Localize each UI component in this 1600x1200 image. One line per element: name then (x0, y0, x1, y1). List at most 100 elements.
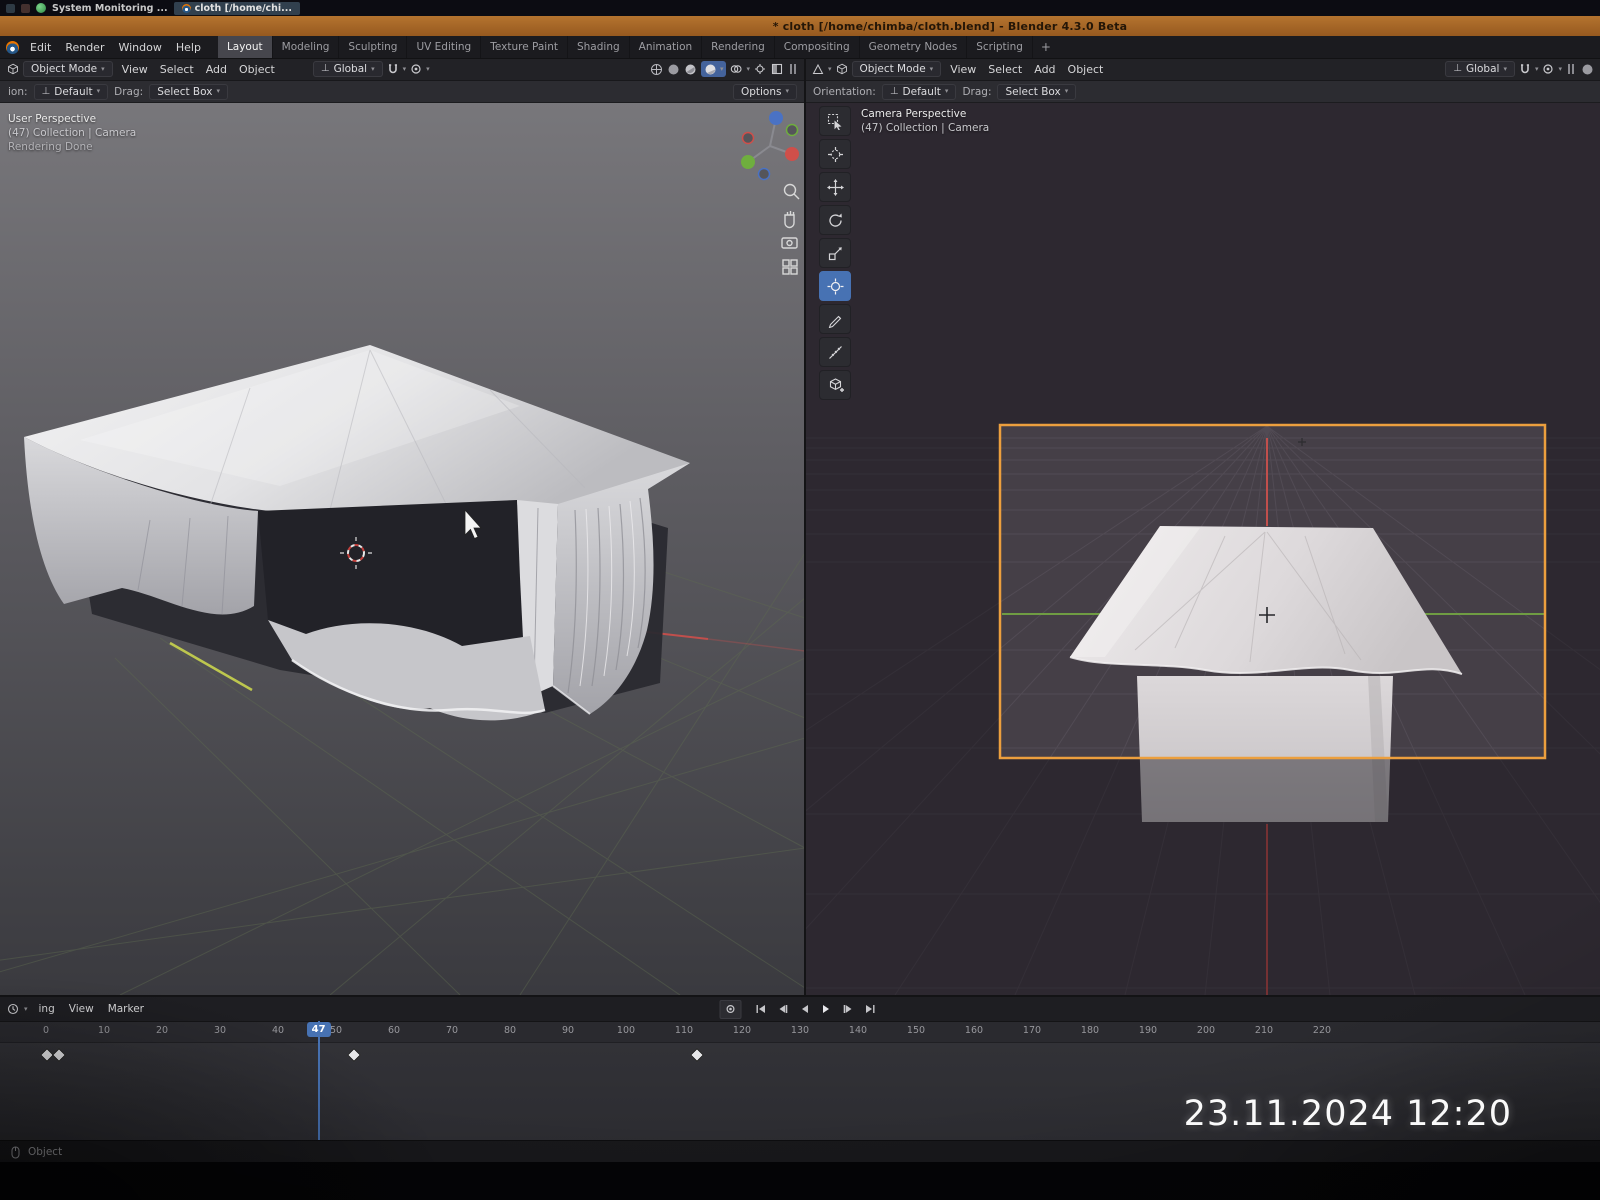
blender-window: System Monitoring ... cloth [/home/chi..… (0, 0, 1600, 1200)
timeline-menu-item[interactable]: Marker (101, 1001, 151, 1017)
tool-cursor-button[interactable] (819, 139, 851, 169)
current-frame-indicator[interactable]: 47 (306, 1022, 331, 1037)
snap-magnet-icon[interactable] (1518, 62, 1532, 76)
taskbar-item-system-monitoring[interactable]: System Monitoring ... (52, 3, 168, 14)
add-workspace-button[interactable]: + (1033, 40, 1059, 54)
workspace-tab[interactable]: Texture Paint (481, 36, 568, 58)
chevron-down-icon[interactable]: ▾ (403, 65, 407, 73)
viewport-menu-item[interactable]: View (116, 61, 154, 78)
shading-rendered-button[interactable]: ▾ (700, 61, 727, 77)
shading-solid-icon[interactable] (667, 62, 681, 76)
transform-orientation-dropdown[interactable]: ⊥ Default ▾ (881, 83, 957, 100)
frame-label: 40 (271, 1025, 285, 1036)
play-reverse-button[interactable] (795, 1001, 815, 1018)
playhead-line[interactable] (317, 1021, 320, 1142)
xray-icon[interactable] (770, 62, 784, 76)
tool-move-button[interactable] (819, 172, 851, 202)
jump-to-end-button[interactable] (861, 1001, 881, 1018)
timeline-ruler[interactable]: 0 10 20 30 40 50 60 70 80 90 100 110 120 130 140 150 160… (0, 1022, 1600, 1043)
proportional-editing-icon[interactable] (1541, 62, 1555, 76)
blender-logo-icon[interactable] (6, 40, 19, 54)
mode-dropdown[interactable]: Object Mode ▾ (851, 61, 942, 77)
tool-select-box-button[interactable] (819, 106, 851, 136)
mode-dropdown[interactable]: Object Mode ▾ (23, 61, 113, 77)
header-pause-icon[interactable] (790, 64, 796, 74)
menu-item[interactable]: Edit (23, 39, 58, 56)
timeline-keyframes[interactable] (0, 1043, 1600, 1143)
tool-add-cube-button[interactable] (819, 370, 851, 400)
chevron-down-icon[interactable]: ▾ (1558, 65, 1562, 73)
viewport-left[interactable]: Object Mode ▾ View Select Add Object ⊥ Global… (0, 58, 805, 995)
prev-keyframe-button[interactable] (773, 1001, 793, 1018)
tool-annotate-button[interactable] (819, 304, 851, 334)
viewport-right[interactable]: ▾ Object Mode ▾ View Select Add Object ⊥ Glob… (805, 58, 1600, 995)
shading-wireframe-icon[interactable] (650, 62, 664, 76)
system-monitor-icon[interactable] (36, 3, 46, 13)
workspace-tab[interactable]: UV Editing (407, 36, 482, 58)
tool-transform-button[interactable] (819, 271, 851, 301)
viewport-menu-item[interactable]: Add (200, 61, 233, 78)
drag-mode-dropdown[interactable]: Select Box ▾ (997, 83, 1077, 100)
viewport-menu-item[interactable]: Object (233, 61, 281, 78)
workspace-tab[interactable]: Animation (630, 36, 703, 58)
menu-item[interactable]: Help (169, 39, 208, 56)
workspace-tab[interactable]: Sculpting (339, 36, 408, 58)
axis-icon: ⊥ (41, 85, 51, 97)
keyframe-diamond[interactable] (51, 1047, 66, 1063)
workspace-tab[interactable]: Geometry Nodes (860, 36, 968, 58)
workspace-tab[interactable]: Modeling (273, 36, 340, 58)
menu-item[interactable]: Render (58, 39, 111, 56)
workspace-tab[interactable]: Compositing (775, 36, 860, 58)
viewport-divider[interactable] (804, 58, 806, 995)
orientation-dropdown[interactable]: ⊥ Global ▾ (1445, 61, 1515, 77)
workspace-tab[interactable]: Shading (568, 36, 630, 58)
window-titlebar[interactable]: * cloth [/home/chimba/cloth.blend] - Ble… (0, 16, 1600, 36)
shading-solid-icon[interactable] (1580, 62, 1594, 76)
next-keyframe-button[interactable] (839, 1001, 859, 1018)
editor-type-icon[interactable] (811, 62, 825, 76)
viewport-left-scene[interactable] (0, 58, 805, 995)
frame-label: 10 (97, 1025, 111, 1036)
orientation-dropdown[interactable]: ⊥ Global ▾ (312, 61, 383, 77)
workspace-tab[interactable]: Scripting (967, 36, 1033, 58)
taskbar-item-blender[interactable]: cloth [/home/chi... (173, 1, 301, 15)
viewport-right-scene[interactable] (805, 58, 1600, 995)
play-button[interactable] (817, 1001, 837, 1018)
chevron-down-icon[interactable]: ▾ (746, 65, 750, 73)
options-dropdown[interactable]: Options ▾ (732, 83, 797, 100)
viewport-menu-item[interactable]: View (944, 61, 982, 78)
overlays-icon[interactable] (729, 62, 743, 76)
tool-rotate-button[interactable] (819, 205, 851, 235)
timeline-editor-icon[interactable] (6, 1002, 20, 1016)
workspace-tab[interactable]: Layout (217, 36, 273, 58)
frame-label: 120 (732, 1025, 752, 1036)
header-pause-icon[interactable] (1568, 64, 1574, 74)
menu-item[interactable]: Window (111, 39, 168, 56)
transform-orientation-dropdown[interactable]: ⊥ Default ▾ (33, 83, 109, 100)
auto-key-record-button[interactable] (719, 999, 742, 1019)
chevron-down-icon[interactable]: ▾ (426, 65, 430, 73)
frame-label: 70 (445, 1025, 459, 1036)
drag-mode-dropdown[interactable]: Select Box ▾ (149, 83, 228, 100)
app-icon[interactable] (21, 3, 30, 13)
chevron-down-icon[interactable]: ▾ (1535, 65, 1539, 73)
workspace-tab[interactable]: Rendering (702, 36, 775, 58)
timeline-menu-item[interactable]: ing (32, 1001, 62, 1017)
shading-rendered-icon (704, 62, 718, 76)
tool-scale-button[interactable] (819, 238, 851, 268)
keyframe-diamond[interactable] (347, 1047, 362, 1063)
app-icon[interactable] (6, 3, 15, 13)
timeline-menu-item[interactable]: View (62, 1001, 101, 1017)
gizmos-icon[interactable] (753, 62, 767, 76)
viewport-menu-item[interactable]: Select (982, 61, 1028, 78)
jump-to-start-button[interactable] (751, 1001, 771, 1018)
viewport-menu-item[interactable]: Object (1062, 61, 1110, 78)
keyframe-diamond[interactable] (689, 1047, 704, 1063)
tool-measure-button[interactable] (819, 337, 851, 367)
shading-material-icon[interactable] (684, 62, 698, 76)
viewport-menu-item[interactable]: Add (1028, 61, 1061, 78)
snap-magnet-icon[interactable] (386, 62, 400, 76)
proportional-editing-icon[interactable] (409, 62, 423, 76)
timeline[interactable]: ▾ ing View Marker 0 10 20 30 40 50 60 70 80 90 100 11… (0, 995, 1600, 1143)
viewport-menu-item[interactable]: Select (154, 61, 200, 78)
